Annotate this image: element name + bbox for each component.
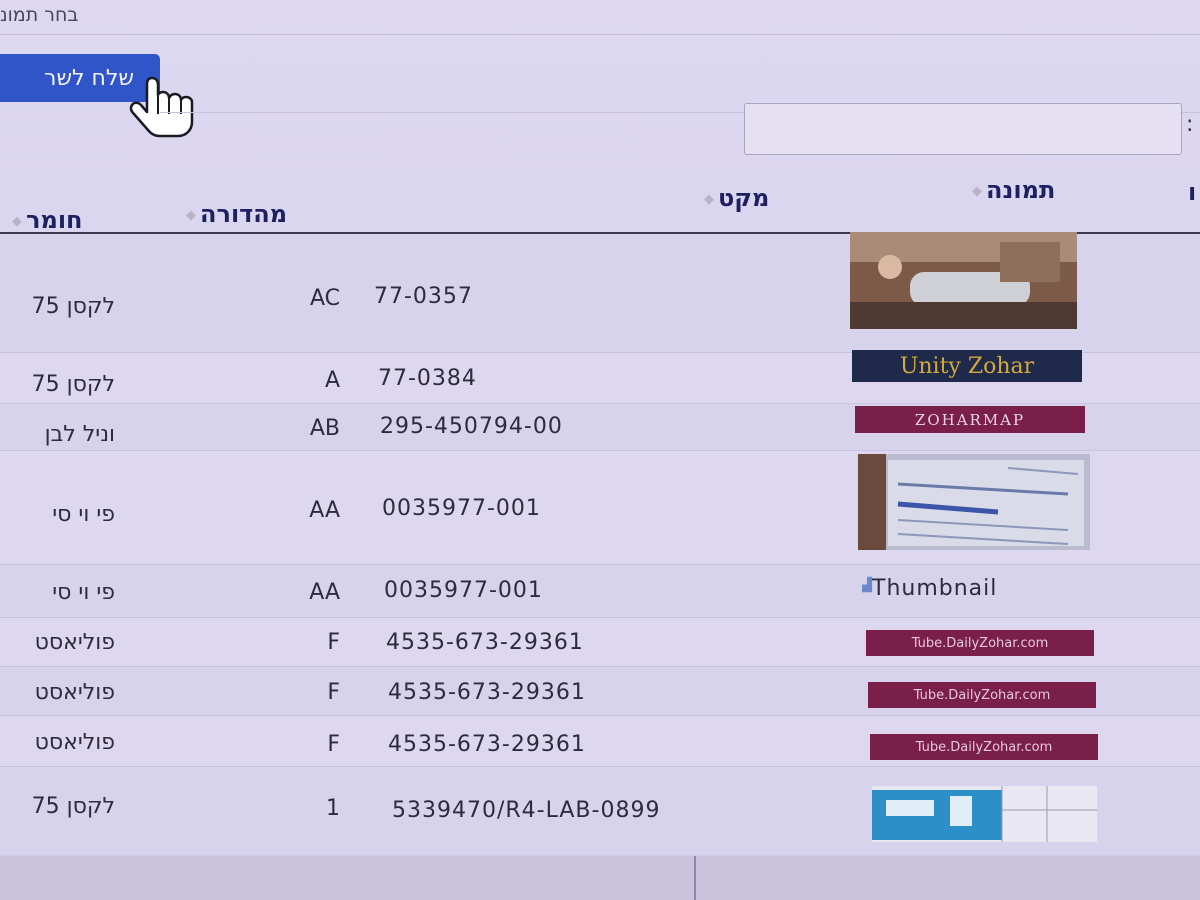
column-header-edition[interactable]: מהדורה◆ xyxy=(182,200,287,228)
sku-cell: 4535-673-29361 xyxy=(388,680,586,705)
sort-icon: ◆ xyxy=(704,191,714,207)
column-header-edition-label: מהדורה xyxy=(200,200,288,228)
material-cell: וניל לבן xyxy=(44,422,115,447)
sku-cell: 4535-673-29361 xyxy=(388,732,586,757)
thumbnail-image[interactable]: Tube.DailyZohar.com xyxy=(868,682,1096,708)
material-cell: פוליאסט xyxy=(34,730,115,755)
thumbnail-text: ZOHARMAP xyxy=(914,410,1026,429)
sort-icon: ◆ xyxy=(186,207,196,223)
material-cell: לקסן 75 xyxy=(31,794,115,819)
sku-cell: 0035977-001 xyxy=(382,496,541,521)
column-header-sku-label: מקט xyxy=(718,184,770,212)
sku-cell: 77-0384 xyxy=(378,366,477,391)
app-screen: בחר תמונ שלח לשר : תמונה◆ מקט◆ מהדורה◆ ח… xyxy=(0,0,1200,900)
search-input[interactable] xyxy=(744,103,1182,155)
sort-icon: ◆ xyxy=(972,183,982,199)
divider xyxy=(0,34,1200,35)
thumbnail-image[interactable]: ▟ Thumbnail xyxy=(862,574,1082,606)
sku-cell: 0035977-001 xyxy=(384,578,543,603)
send-button-label: שלח לשר xyxy=(44,65,134,91)
column-header-partial: ו xyxy=(1188,178,1197,206)
column-header-material-label: חומר xyxy=(26,206,83,234)
column-header-material[interactable]: חומר◆ xyxy=(8,206,83,234)
column-header-image[interactable]: תמונה◆ xyxy=(968,176,1055,204)
material-cell: פוליאסט xyxy=(34,630,115,655)
edition-cell: AC xyxy=(309,286,340,311)
sku-cell: 4535-673-29361 xyxy=(386,630,584,655)
bottom-bar xyxy=(0,856,1200,900)
search-label: : xyxy=(1186,112,1194,137)
thumbnail-text: Tube.DailyZohar.com xyxy=(913,687,1051,703)
edition-cell: 1 xyxy=(326,796,340,821)
thumbnail-text: Tube.DailyZohar.com xyxy=(911,635,1049,651)
sku-cell: 295-450794-00 xyxy=(380,414,563,439)
select-image-label: בחר תמונ xyxy=(0,4,79,26)
sku-cell: 77-0357 xyxy=(374,284,473,309)
column-header-image-label: תמונה xyxy=(986,176,1056,204)
edition-cell: F xyxy=(327,630,340,655)
material-cell: לקסן 75 xyxy=(31,294,115,319)
edition-cell: AA xyxy=(309,580,340,605)
thumbnail-image[interactable] xyxy=(872,786,1097,842)
thumbnail-text: Tube.DailyZohar.com xyxy=(915,739,1053,755)
sku-cell: 5339470/R4-LAB-0899 xyxy=(392,798,661,823)
edition-cell: A xyxy=(324,368,340,393)
sort-icon: ◆ xyxy=(12,213,22,229)
document-photo-thumbnail xyxy=(858,454,1090,550)
photo-thumbnail xyxy=(850,232,1077,329)
thumbnail-image[interactable]: Tube.DailyZohar.com xyxy=(870,734,1098,760)
thumbnail-image[interactable]: ZOHARMAP xyxy=(855,406,1085,433)
thumbnail-image[interactable] xyxy=(850,232,1077,329)
divider xyxy=(694,856,696,900)
thumbnail-image[interactable]: Unity Zohar xyxy=(852,350,1082,382)
edition-cell: F xyxy=(327,680,340,705)
column-header-sku[interactable]: מקט◆ xyxy=(700,184,769,212)
thumbnail-text: Unity Zohar xyxy=(899,353,1035,379)
material-cell: פי וי סי xyxy=(52,580,115,605)
material-cell: לקסן 75 xyxy=(31,372,115,397)
thumbnail-image[interactable] xyxy=(858,454,1090,550)
broken-image-icon: ▟ xyxy=(862,578,872,593)
diagram-thumbnail xyxy=(872,786,1097,842)
hand-cursor-icon xyxy=(129,76,194,138)
thumbnail-alt-text: Thumbnail xyxy=(872,576,998,601)
thumbnail-image[interactable]: Tube.DailyZohar.com xyxy=(866,630,1094,656)
material-cell: פוליאסט xyxy=(34,680,115,705)
edition-cell: F xyxy=(327,732,340,757)
material-cell: פי וי סי xyxy=(52,502,115,527)
edition-cell: AA xyxy=(309,498,340,523)
edition-cell: AB xyxy=(309,416,340,441)
